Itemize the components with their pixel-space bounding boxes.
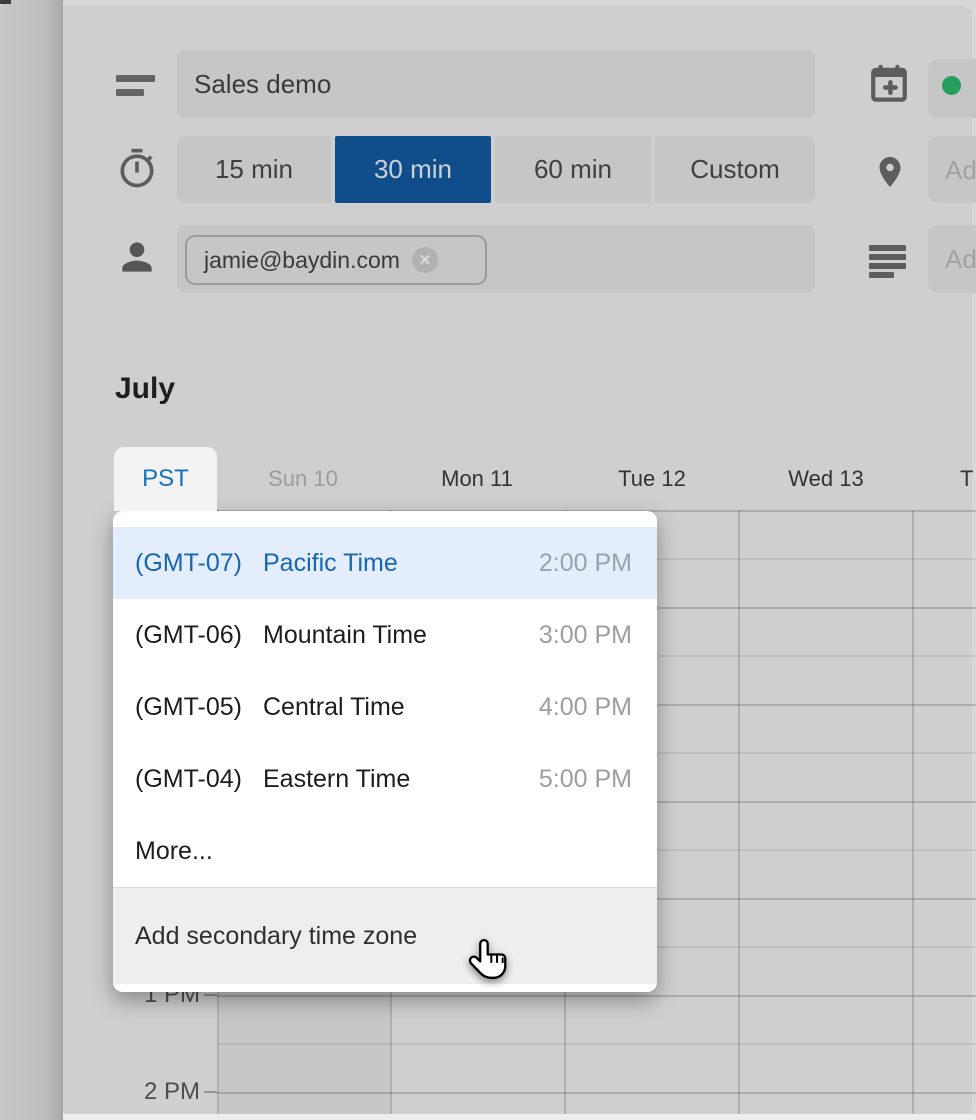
duration-60min-button[interactable]: 60 min bbox=[495, 136, 651, 203]
day-header-sun: Sun 10 bbox=[233, 466, 373, 492]
menu-bottom-pad bbox=[113, 984, 657, 992]
more-label: More... bbox=[135, 837, 213, 866]
duration-15min-label: 15 min bbox=[215, 154, 293, 185]
timezone-option-eastern[interactable]: (GMT-04) Eastern Time 5:00 PM bbox=[113, 743, 657, 815]
duration-30min-button[interactable]: 30 min bbox=[335, 136, 491, 203]
attendee-chip[interactable]: jamie@baydin.com × bbox=[185, 235, 487, 285]
timezone-dropdown: (GMT-07) Pacific Time 2:00 PM (GMT-06) M… bbox=[113, 511, 657, 992]
window-corner-notch bbox=[0, 0, 11, 4]
day-header-wed: Wed 13 bbox=[756, 466, 896, 492]
gmt-offset: (GMT-04) bbox=[135, 765, 263, 794]
location-pin-icon bbox=[872, 149, 908, 195]
location-placeholder: Ad bbox=[928, 136, 976, 204]
attendee-email: jamie@baydin.com bbox=[204, 247, 400, 274]
notes-input[interactable]: Ad bbox=[928, 225, 976, 293]
timezone-name: Pacific Time bbox=[263, 549, 398, 578]
timezone-current-time: 4:00 PM bbox=[539, 693, 632, 722]
add-secondary-timezone-label: Add secondary time zone bbox=[135, 922, 417, 951]
duration-30min-label: 30 min bbox=[374, 154, 452, 185]
hour-tick bbox=[204, 1091, 217, 1093]
timezone-name: Eastern Time bbox=[263, 765, 410, 794]
dialog-bottom-edge bbox=[63, 1114, 976, 1120]
timezone-option-central[interactable]: (GMT-05) Central Time 4:00 PM bbox=[113, 671, 657, 743]
time-label-2pm: 2 PM bbox=[100, 1078, 200, 1106]
timezone-name: Central Time bbox=[263, 693, 405, 722]
duration-custom-button[interactable]: Custom bbox=[655, 136, 815, 203]
title-input-value: Sales demo bbox=[177, 50, 815, 118]
day-header-mon: Mon 11 bbox=[407, 466, 547, 492]
notes-placeholder: Ad bbox=[928, 225, 976, 293]
timezone-option-pacific[interactable]: (GMT-07) Pacific Time 2:00 PM bbox=[113, 527, 657, 599]
timezone-current-time: 5:00 PM bbox=[539, 765, 632, 794]
timezone-button[interactable]: PST bbox=[114, 447, 217, 511]
add-secondary-timezone-option[interactable]: Add secondary time zone bbox=[113, 888, 657, 984]
duration-timer-icon bbox=[115, 146, 159, 192]
attendee-person-icon bbox=[115, 234, 159, 280]
window-left-rail bbox=[0, 0, 63, 1120]
timezone-current-time: 3:00 PM bbox=[539, 621, 632, 650]
add-to-calendar-icon[interactable] bbox=[868, 61, 910, 105]
calendar-color-dot bbox=[942, 76, 961, 95]
gmt-offset: (GMT-06) bbox=[135, 621, 263, 650]
hand-cursor-icon bbox=[466, 936, 512, 986]
month-title: July bbox=[115, 372, 175, 406]
timezone-name: Mountain Time bbox=[263, 621, 427, 650]
grid-vline bbox=[738, 510, 740, 1114]
chip-remove-icon[interactable]: × bbox=[412, 247, 438, 273]
duration-60min-label: 60 min bbox=[534, 154, 612, 185]
day-header-thu: T bbox=[960, 466, 976, 492]
gmt-offset: (GMT-07) bbox=[135, 549, 263, 578]
hour-tick bbox=[204, 994, 217, 996]
title-input[interactable]: Sales demo bbox=[177, 50, 815, 118]
timezone-option-mountain[interactable]: (GMT-06) Mountain Time 3:00 PM bbox=[113, 599, 657, 671]
scheduler-screen: Sales demo 15 min 30 min 60 min Custom j… bbox=[0, 0, 976, 1120]
timezone-current-time: 2:00 PM bbox=[539, 549, 632, 578]
day-header-tue: Tue 12 bbox=[582, 466, 722, 492]
grid-vline bbox=[912, 510, 914, 1114]
duration-15min-button[interactable]: 15 min bbox=[177, 136, 331, 203]
gmt-offset: (GMT-05) bbox=[135, 693, 263, 722]
timezone-more-option[interactable]: More... bbox=[113, 815, 657, 887]
duration-custom-label: Custom bbox=[690, 154, 780, 185]
location-input[interactable]: Ad bbox=[928, 136, 976, 203]
